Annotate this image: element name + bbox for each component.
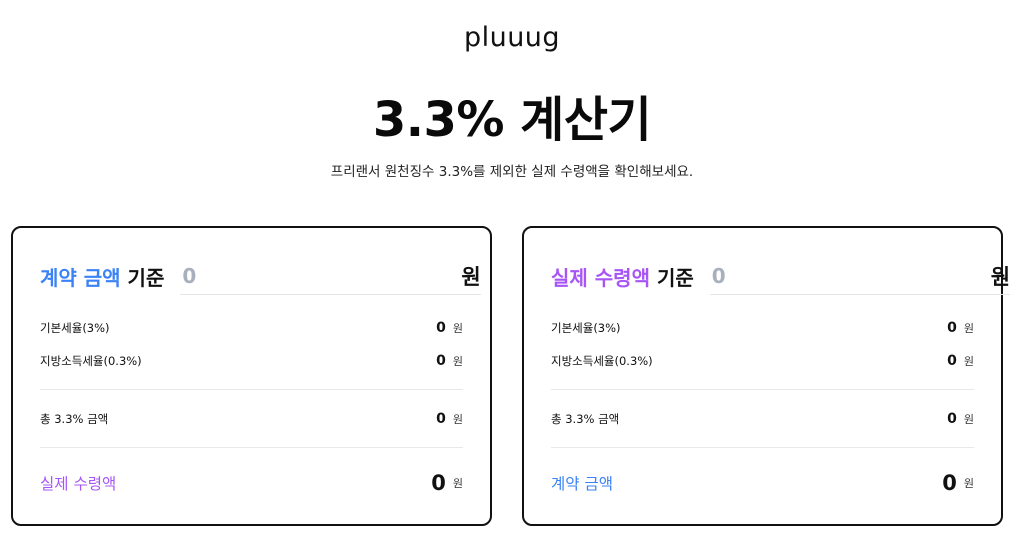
total-tax-value: 0 (947, 411, 957, 427)
divider (551, 447, 974, 448)
net-amount-field: 원 (709, 258, 1011, 295)
currency-unit: 원 (452, 355, 463, 368)
currency-unit: 원 (461, 264, 481, 289)
contract-amount-result-label: 계약 금액 (551, 475, 613, 493)
currency-unit: 원 (452, 477, 463, 490)
total-tax-row: 총 3.3% 금액 0원 (551, 411, 974, 427)
local-tax-row: 지방소득세율(0.3%) 0원 (40, 353, 463, 369)
label-highlight: 실제 수령액 (551, 265, 650, 290)
basic-tax-value: 0 (436, 320, 446, 336)
basic-tax-row: 기본세율(3%) 0원 (551, 320, 974, 336)
divider (40, 447, 463, 448)
basic-tax-value: 0 (947, 320, 957, 336)
local-tax-value: 0 (947, 353, 957, 369)
total-tax-row: 총 3.3% 금액 0원 (40, 411, 463, 427)
page-title: 3.3% 계산기 (372, 92, 652, 148)
contract-amount-input[interactable] (180, 263, 462, 288)
divider (551, 389, 974, 390)
contract-amount-row: 계약 금액 0원 (551, 471, 974, 495)
net-amount-value: 0 (431, 471, 446, 495)
currency-unit: 원 (452, 413, 463, 426)
local-tax-label: 지방소득세율(0.3%) (40, 354, 142, 368)
net-amount-card: 실제 수령액 기준 원 기본세율(3%) 0원 지방소득세율(0.3%) 0원 … (522, 226, 1011, 526)
total-tax-value: 0 (436, 411, 446, 427)
local-tax-value: 0 (436, 353, 446, 369)
basic-tax-row: 기본세율(3%) 0원 (40, 320, 463, 336)
contract-amount-value: 0 (942, 471, 957, 495)
label-suffix: 기준 (127, 265, 165, 290)
net-amount-header: 실제 수령액 기준 원 (551, 258, 1011, 295)
currency-unit: 원 (963, 322, 974, 335)
divider (40, 389, 463, 390)
total-tax-label: 총 3.3% 금액 (551, 412, 620, 426)
basic-tax-label: 기본세율(3%) (551, 321, 621, 335)
net-amount-label: 실제 수령액 (40, 475, 117, 493)
contract-amount-field: 원 (180, 258, 481, 295)
local-tax-label: 지방소득세율(0.3%) (551, 354, 653, 368)
contract-amount-label: 계약 금액 기준 (40, 262, 164, 291)
logo[interactable]: pluuug (0, 22, 1024, 53)
basic-tax-label: 기본세율(3%) (40, 321, 110, 335)
net-amount-input[interactable] (709, 263, 991, 288)
net-amount-row: 실제 수령액 0원 (40, 471, 463, 495)
page-subtitle: 프리랜서 원천징수 3.3%를 제외한 실제 수령액을 확인해보세요. (330, 164, 694, 180)
total-tax-label: 총 3.3% 금액 (40, 412, 109, 426)
label-highlight: 계약 금액 (40, 265, 121, 290)
currency-unit: 원 (963, 355, 974, 368)
currency-unit: 원 (452, 322, 463, 335)
label-suffix: 기준 (656, 265, 694, 290)
currency-unit: 원 (963, 413, 974, 426)
contract-amount-card: 계약 금액 기준 원 기본세율(3%) 0원 지방소득세율(0.3%) 0원 총… (11, 226, 492, 526)
local-tax-row: 지방소득세율(0.3%) 0원 (551, 353, 974, 369)
currency-unit: 원 (963, 477, 974, 490)
net-amount-heading: 실제 수령액 기준 (551, 262, 694, 291)
currency-unit: 원 (990, 264, 1011, 289)
contract-amount-header: 계약 금액 기준 원 (40, 258, 481, 295)
